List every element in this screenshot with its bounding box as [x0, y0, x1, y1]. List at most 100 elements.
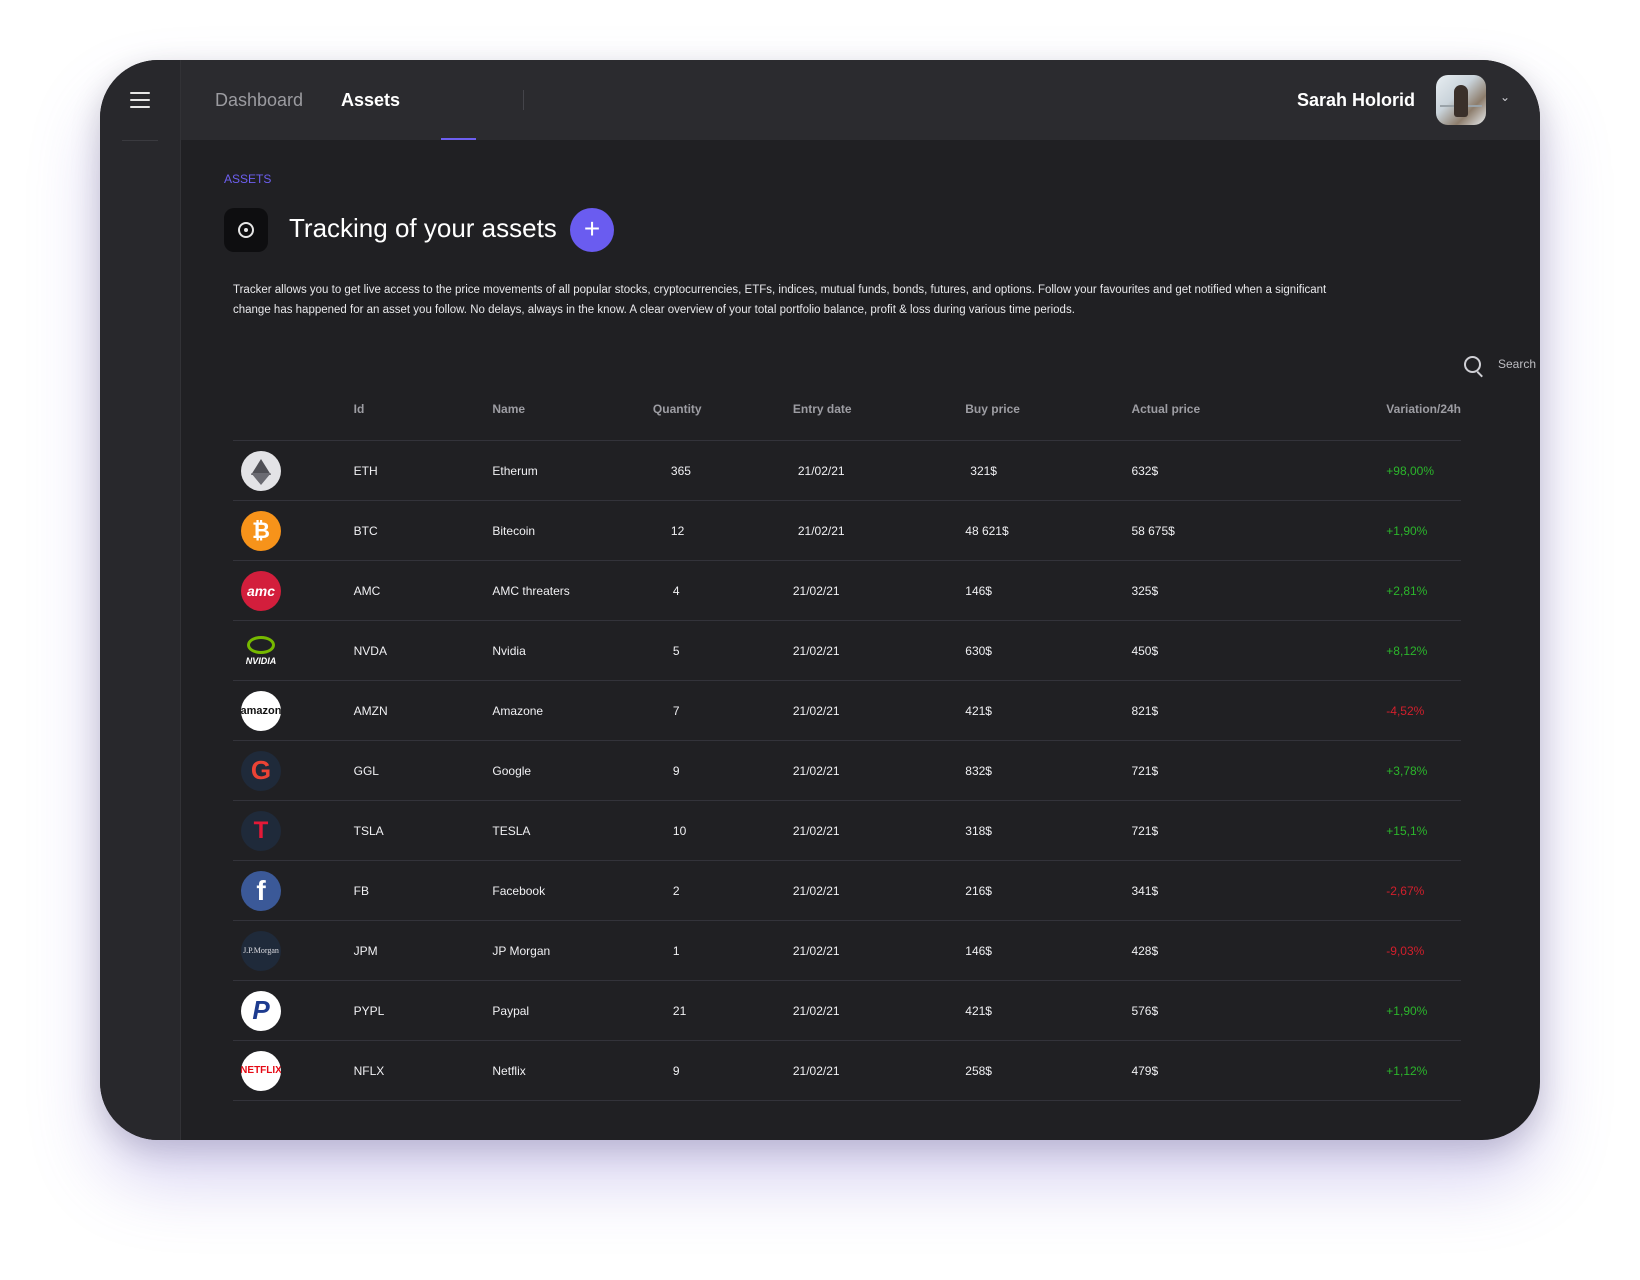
table-row[interactable]: amazon AMZN Amazone 7 21/02/21 421$ 821$ -4,52%: [233, 680, 1461, 741]
asset-variation: +2,81%: [1386, 560, 1461, 621]
asset-entry-date: 21/02/21: [792, 740, 966, 801]
tab-dashboard[interactable]: Dashboard: [215, 90, 303, 111]
asset-name: Paypal: [492, 980, 653, 1041]
asset-quantity: 12: [652, 500, 793, 561]
asset-id: BTC: [353, 500, 493, 561]
breadcrumb[interactable]: ASSETS: [224, 172, 271, 186]
table-row[interactable]: J.P.Morgan JPM JP Morgan 1 21/02/21 146$ 428$ -…: [233, 920, 1461, 981]
asset-name: Etherum: [492, 440, 653, 501]
logo-cell: [233, 440, 354, 501]
asset-id: PYPL: [353, 980, 493, 1041]
asset-actual-price: 341$: [1131, 860, 1387, 921]
table-row[interactable]: P PYPL Paypal 21 21/02/21 421$ 576$ +1,90%: [233, 980, 1461, 1041]
sidebar-divider: [122, 140, 158, 141]
asset-entry-date: 21/02/21: [792, 800, 966, 861]
table-row[interactable]: ETH Etherum 365 21/02/21 321$ 632$ +98,00%: [233, 440, 1461, 501]
facebook-logo-icon: f: [241, 870, 281, 911]
table-row[interactable]: G GGL Google 9 21/02/21 832$ 721$ +3,78%: [233, 740, 1461, 801]
asset-actual-price: 58 675$: [1131, 500, 1387, 561]
asset-variation: +15,1%: [1386, 800, 1461, 861]
main-content: ASSETS Tracking of your assets + Tracker…: [181, 140, 1540, 1140]
tab-assets[interactable]: Assets: [341, 90, 400, 111]
logo-cell: amazon: [233, 680, 354, 741]
table-row[interactable]: ₿ BTC Bitecoin 12 21/02/21 48 621$ 58 675$ +1,9…: [233, 500, 1461, 561]
tracker-icon: [224, 208, 268, 252]
asset-name: AMC threaters: [492, 560, 653, 621]
asset-buy-price: 630$: [965, 620, 1132, 681]
asset-quantity: 7: [652, 680, 793, 741]
asset-entry-date: 21/02/21: [792, 920, 966, 981]
asset-variation: +1,90%: [1386, 980, 1461, 1041]
table-row[interactable]: T TSLA TESLA 10 21/02/21 318$ 721$ +15,1%: [233, 800, 1461, 861]
logo-cell: P: [233, 980, 354, 1041]
asset-name: JP Morgan: [492, 920, 653, 981]
amc-logo-icon: amc: [241, 570, 281, 611]
sidebar: [100, 60, 181, 1140]
asset-buy-price: 216$: [965, 860, 1132, 921]
nav-divider: [523, 90, 524, 110]
asset-entry-date: 21/02/21: [792, 500, 966, 561]
nvidia-logo-icon: NVIDIA: [241, 631, 281, 671]
asset-actual-price: 479$: [1131, 1040, 1387, 1101]
chevron-down-icon[interactable]: ⌄: [1500, 90, 1510, 104]
col-quantity[interactable]: Quantity: [652, 378, 793, 441]
top-bar: Dashboard Assets Sarah Holorid ⌄: [181, 60, 1540, 140]
asset-id: JPM: [353, 920, 493, 981]
asset-quantity: 1: [652, 920, 793, 981]
col-id[interactable]: Id: [353, 378, 493, 441]
netflix-logo-icon: NETFLIX: [241, 1050, 281, 1091]
asset-buy-price: 832$: [965, 740, 1132, 801]
table-row[interactable]: f FB Facebook 2 21/02/21 216$ 341$ -2,67%: [233, 860, 1461, 921]
add-asset-button[interactable]: +: [570, 208, 614, 252]
asset-quantity: 365: [652, 440, 793, 501]
asset-id: NFLX: [353, 1040, 493, 1101]
asset-actual-price: 576$: [1131, 980, 1387, 1041]
search-label[interactable]: Search: [1498, 357, 1536, 371]
asset-entry-date: 21/02/21: [792, 680, 966, 741]
user-name[interactable]: Sarah Holorid: [1297, 90, 1415, 111]
table-row[interactable]: NVIDIA NVDA Nvidia 5 21/02/21 630$ 450$ +8,12%: [233, 620, 1461, 681]
asset-buy-price: 421$: [965, 980, 1132, 1041]
assets-table: Id Name Quantity Entry date Buy price Ac…: [233, 378, 1461, 1101]
asset-actual-price: 821$: [1131, 680, 1387, 741]
asset-id: NVDA: [353, 620, 493, 681]
asset-variation: +1,90%: [1386, 500, 1461, 561]
asset-actual-price: 721$: [1131, 740, 1387, 801]
logo-cell: f: [233, 860, 354, 921]
logo-cell: J.P.Morgan: [233, 920, 354, 981]
logo-cell: T: [233, 800, 354, 861]
asset-variation: +8,12%: [1386, 620, 1461, 681]
col-buy-price[interactable]: Buy price: [965, 378, 1132, 441]
table-row[interactable]: amc AMC AMC threaters 4 21/02/21 146$ 325$ +2,8…: [233, 560, 1461, 621]
app-window: Dashboard Assets Sarah Holorid ⌄ ASSETS …: [100, 60, 1540, 1140]
logo-cell: NVIDIA: [233, 620, 354, 681]
col-actual-price[interactable]: Actual price: [1131, 378, 1387, 441]
asset-id: ETH: [353, 440, 493, 501]
avatar[interactable]: [1436, 75, 1486, 125]
asset-name: Nvidia: [492, 620, 653, 681]
search-icon[interactable]: [1464, 356, 1481, 373]
col-name[interactable]: Name: [492, 378, 653, 441]
asset-entry-date: 21/02/21: [792, 620, 966, 681]
asset-actual-price: 428$: [1131, 920, 1387, 981]
asset-name: TESLA: [492, 800, 653, 861]
page-description: Tracker allows you to get live access to…: [233, 284, 1327, 316]
asset-actual-price: 721$: [1131, 800, 1387, 861]
hamburger-menu-icon[interactable]: [130, 92, 150, 108]
col-entry-date[interactable]: Entry date: [792, 378, 966, 441]
asset-entry-date: 21/02/21: [792, 860, 966, 921]
asset-buy-price: 321$: [965, 440, 1132, 501]
asset-quantity: 9: [652, 1040, 793, 1101]
asset-id: AMZN: [353, 680, 493, 741]
asset-name: Amazone: [492, 680, 653, 741]
asset-entry-date: 21/02/21: [792, 980, 966, 1041]
asset-variation: -2,67%: [1386, 860, 1461, 921]
asset-buy-price: 258$: [965, 1040, 1132, 1101]
asset-entry-date: 21/02/21: [792, 560, 966, 621]
logo-cell: G: [233, 740, 354, 801]
asset-quantity: 2: [652, 860, 793, 921]
col-variation[interactable]: Variation/24h: [1386, 378, 1461, 441]
table-row[interactable]: NETFLIX NFLX Netflix 9 21/02/21 258$ 479$ +1,12…: [233, 1040, 1461, 1101]
asset-buy-price: 318$: [965, 800, 1132, 861]
asset-buy-price: 146$: [965, 920, 1132, 981]
